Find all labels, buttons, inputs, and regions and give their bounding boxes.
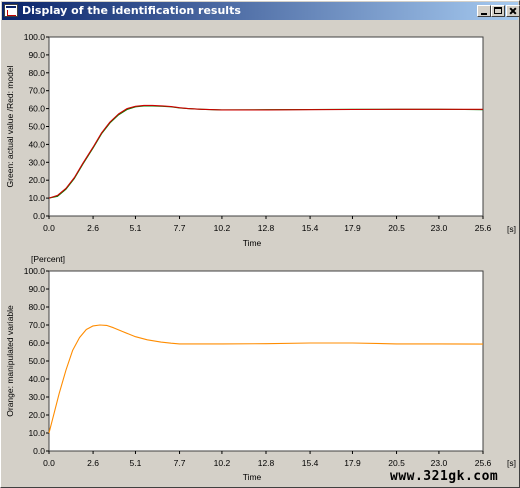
y-tick-label: 90.0: [28, 284, 45, 294]
y-tick-label: 70.0: [28, 86, 45, 96]
x-tick-label: 2.6: [87, 458, 99, 468]
x-tick-label: 7.7: [174, 223, 186, 233]
x-tick-label: 23.0: [431, 458, 448, 468]
y-tick-label: 40.0: [28, 139, 45, 149]
y-tick-label: 10.0: [28, 193, 45, 203]
x-tick-label: 20.5: [388, 458, 405, 468]
x-tick-label: 15.4: [302, 223, 319, 233]
x-tick-label: 17.9: [344, 458, 361, 468]
y-axis-label: Green: actual value /Red: model: [5, 65, 15, 187]
x-tick-label: 5.1: [130, 223, 142, 233]
y-tick-label: 60.0: [28, 338, 45, 348]
y-tick-label: 60.0: [28, 104, 45, 114]
x-tick-label: 2.6: [87, 223, 99, 233]
x-tick-label: 0.0: [43, 223, 55, 233]
y-tick-label: 20.0: [28, 175, 45, 185]
y-tick-label: 70.0: [28, 320, 45, 330]
y-tick-label: 0.0: [33, 446, 45, 456]
y-tick-label: 30.0: [28, 157, 45, 167]
x-tick-label: 25.6: [475, 223, 492, 233]
y-tick-label: 100.0: [24, 266, 46, 276]
x-tick-label: 20.5: [388, 223, 405, 233]
x-tick-label: 5.1: [130, 458, 142, 468]
x-tick-label: 17.9: [344, 223, 361, 233]
x-tick-label: 12.8: [258, 458, 275, 468]
y-tick-label: 40.0: [28, 374, 45, 384]
plot-area-1: [48, 36, 484, 217]
x-tick-label: 10.2: [214, 458, 231, 468]
y-tick-label: 90.0: [28, 50, 45, 60]
y-tick-label: 80.0: [28, 302, 45, 312]
y-tick-label: 10.0: [28, 428, 45, 438]
y-tick-label: 50.0: [28, 122, 45, 132]
x-axis-label: Time: [243, 472, 262, 482]
unit-title: [Percent]: [31, 254, 65, 264]
y-axis-label: Orange: manipulated variable: [5, 305, 15, 417]
y-tick-label: 80.0: [28, 68, 45, 78]
y-tick-label: 0.0: [33, 211, 45, 221]
x-unit-label: [s]: [507, 458, 516, 468]
x-tick-label: 0.0: [43, 458, 55, 468]
y-tick-label: 50.0: [28, 356, 45, 366]
y-tick-label: 20.0: [28, 410, 45, 420]
x-tick-label: 25.6: [475, 458, 492, 468]
x-tick-label: 23.0: [431, 223, 448, 233]
x-tick-label: 15.4: [302, 458, 319, 468]
watermark-text: www.321gk.com: [390, 469, 499, 484]
x-axis-label: Time: [243, 238, 262, 248]
x-tick-label: 10.2: [214, 223, 231, 233]
y-tick-label: 30.0: [28, 392, 45, 402]
plot-area-2: [48, 270, 484, 452]
x-tick-label: 7.7: [174, 458, 186, 468]
x-tick-label: 12.8: [258, 223, 275, 233]
plots-area: 100.0 90.0 80.0 70.0 60.0 50.0 40.0 30.0 20.0 10.…: [5, 32, 516, 482]
x-unit-label: [s]: [507, 224, 516, 234]
y-tick-label: 100.0: [24, 32, 46, 42]
